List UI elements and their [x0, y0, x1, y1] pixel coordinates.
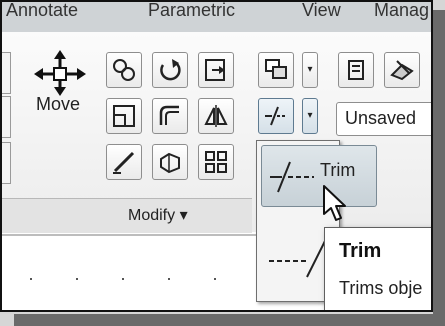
copy-button[interactable]	[106, 52, 142, 88]
grid-dot	[30, 278, 32, 280]
tab-manage[interactable]: Manag	[374, 2, 429, 21]
scale-icon	[113, 105, 135, 127]
scale-button[interactable]	[106, 98, 142, 134]
left-panel-edge	[2, 52, 11, 94]
flyout-trim-label: Trim	[320, 160, 356, 180]
draworder-button[interactable]	[258, 52, 294, 88]
fillet-icon	[159, 105, 179, 125]
rotate-button[interactable]	[152, 52, 188, 88]
left-panel-edge	[2, 142, 11, 184]
tab-annotate[interactable]: Annotate	[6, 2, 78, 21]
trim-dropdown[interactable]: ▾	[302, 98, 318, 134]
layer-combo[interactable]: Unsaved	[336, 102, 431, 136]
grid-dot	[214, 278, 216, 280]
trim-icon	[265, 106, 287, 126]
flyout-trim-item[interactable]: Trim	[261, 145, 377, 207]
window-shadow-right	[433, 10, 445, 326]
app-window: Annotate Parametric View Manag Move ▾ ▾ …	[0, 0, 433, 312]
window-shadow-bottom	[14, 314, 445, 326]
rotate-icon	[160, 59, 181, 81]
text-style-icon	[348, 60, 364, 80]
grid-dot	[122, 278, 124, 280]
trim-icon	[270, 161, 314, 193]
move-label: Move	[36, 94, 81, 114]
explode-button[interactable]	[152, 144, 188, 180]
left-panel-edge	[2, 96, 11, 138]
modify-panel-label: Modify	[128, 207, 176, 224]
layer-icon	[390, 60, 414, 81]
move-button[interactable]	[32, 50, 88, 130]
extend-icon	[269, 240, 326, 278]
tab-view[interactable]: View	[302, 2, 341, 21]
erase-button[interactable]	[106, 144, 142, 180]
ribbon-tab-bar: Annotate Parametric View Manag	[2, 2, 431, 33]
layer-button[interactable]	[384, 52, 420, 88]
chevron-down-icon: ▾	[179, 207, 188, 224]
grid-dot	[168, 278, 170, 280]
stretch-icon	[205, 59, 225, 81]
array-button[interactable]	[198, 144, 234, 180]
text-style-button[interactable]	[338, 52, 374, 88]
modify-panel-title[interactable]: Modify ▾	[128, 205, 188, 225]
erase-icon	[113, 151, 135, 174]
fillet-button[interactable]	[152, 98, 188, 134]
draworder-dropdown[interactable]: ▾	[302, 52, 318, 88]
trim-tooltip: Trim Trims obje	[324, 227, 431, 310]
trim-button[interactable]	[258, 98, 294, 134]
modify-panel-bar[interactable]	[2, 198, 252, 233]
tab-parametric[interactable]: Parametric	[148, 2, 235, 21]
grid-dot	[76, 278, 78, 280]
mirror-icon	[204, 105, 228, 127]
mirror-button[interactable]	[198, 98, 234, 134]
stretch-button[interactable]	[198, 52, 234, 88]
mouse-pointer-icon	[323, 185, 346, 221]
array-icon	[205, 151, 227, 173]
tooltip-description: Trims obje	[339, 278, 423, 298]
copy-icon	[113, 59, 135, 81]
move-icon	[34, 50, 86, 96]
tooltip-title: Trim	[339, 240, 382, 262]
explode-icon	[160, 152, 180, 174]
draworder-icon	[265, 59, 287, 79]
